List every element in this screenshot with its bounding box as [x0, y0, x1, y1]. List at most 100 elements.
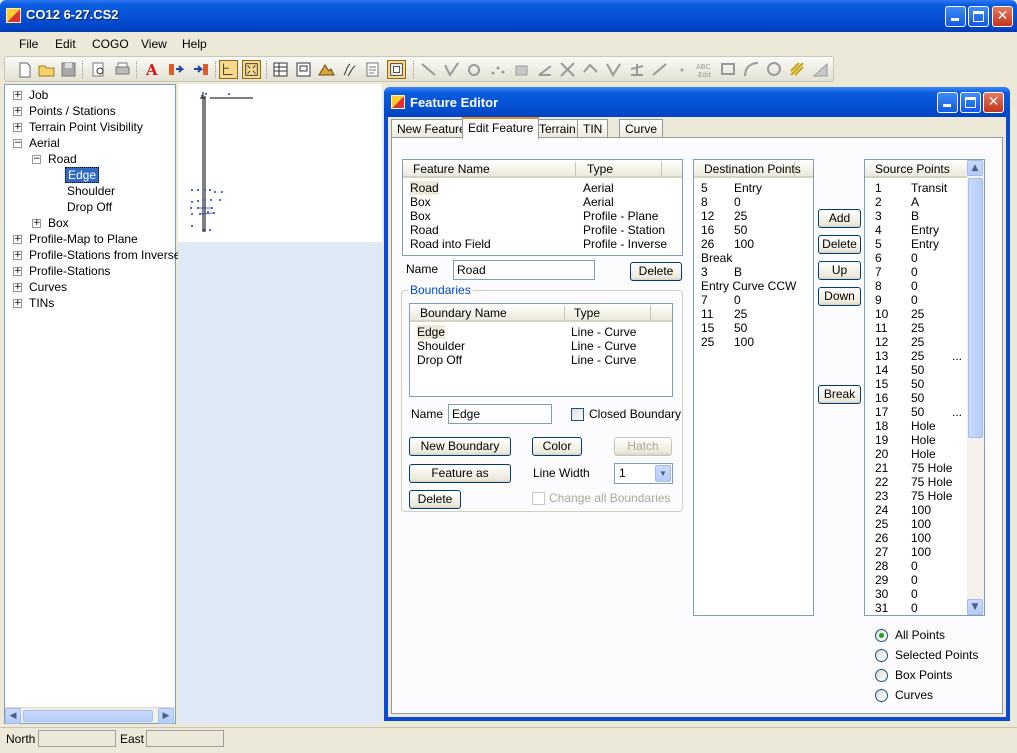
source-points-list[interactable]: Source Points 31 0 30 0 29 0 28 0 27 100 26 100 25 10…	[864, 159, 985, 616]
source-point-row[interactable]: 60	[865, 251, 965, 265]
color-button[interactable]: Color	[532, 437, 582, 456]
features-list[interactable]: Feature Name Type Road Aerial Box Aerial B…	[402, 159, 683, 256]
feature-name-input[interactable]: Road	[453, 260, 595, 280]
hatch-icon[interactable]	[788, 60, 807, 79]
tree-node-profile-stations-inverse[interactable]: Profile-Stations from Inverse	[29, 248, 180, 262]
export-icon[interactable]	[191, 60, 210, 79]
source-point-row[interactable]: 14 50	[865, 363, 965, 377]
terrain-icon[interactable]	[317, 60, 336, 79]
tree-node-box[interactable]: Box	[48, 216, 69, 230]
expand-box-icon[interactable]: +	[32, 219, 41, 228]
source-point-row[interactable]: 15 50	[865, 377, 965, 391]
boundaries-list[interactable]: Boundary Name Type Edge Line - Curve Shou…	[409, 303, 673, 397]
tree-node-curves[interactable]: Curves	[29, 280, 67, 294]
print-icon[interactable]	[113, 60, 132, 79]
source-point-row[interactable]: 12 25	[865, 335, 965, 349]
polyline-icon[interactable]	[442, 60, 461, 79]
add-point-button[interactable]: Add	[818, 209, 861, 228]
angle-icon[interactable]	[535, 60, 554, 79]
fe-minimize-button[interactable]	[937, 92, 958, 113]
column-destination-points[interactable]: Destination Points	[704, 162, 801, 176]
delete-point-button[interactable]: Delete	[818, 235, 861, 254]
zoom-extents-icon[interactable]	[242, 60, 261, 79]
dot-icon[interactable]	[673, 60, 692, 79]
move-up-button[interactable]: Up	[818, 261, 861, 280]
scroll-up-icon[interactable]: ▲	[967, 160, 983, 176]
source-point-row[interactable]: 26 100	[865, 531, 965, 545]
source-points-scrollbar[interactable]: ▲ ▼	[967, 160, 984, 615]
source-point-row[interactable]: 4 Entry	[865, 223, 965, 237]
fe-close-button[interactable]: ✕	[983, 92, 1004, 113]
drawing-area[interactable]	[178, 84, 382, 724]
menu-view[interactable]: View	[141, 37, 167, 51]
grid-icon[interactable]	[512, 60, 531, 79]
source-point-row[interactable]: 31 0	[865, 601, 965, 615]
expand-points-icon[interactable]: +	[13, 107, 22, 116]
window-icon[interactable]	[294, 60, 313, 79]
intersect-icon[interactable]	[558, 60, 577, 79]
new-boundary-button[interactable]: New Boundary	[409, 437, 511, 456]
source-point-row[interactable]: 27 100	[865, 545, 965, 559]
tree-node-edge[interactable]: Edge	[65, 167, 100, 183]
tab-tin[interactable]: TIN	[577, 119, 609, 138]
source-point-row[interactable]: 1 Transit	[865, 181, 965, 195]
expand-curves-icon[interactable]: +	[13, 283, 22, 292]
source-point-row[interactable]: 29 0	[865, 573, 965, 587]
change-all-boundaries-checkbox[interactable]	[532, 492, 545, 505]
source-point-row[interactable]: 16 50	[865, 391, 965, 405]
feature-editor-icon[interactable]	[387, 60, 406, 79]
source-point-row[interactable]: 13 25...	[865, 349, 965, 363]
expand-profile-inverse-icon[interactable]: +	[13, 251, 22, 260]
minimize-button[interactable]	[945, 6, 966, 27]
text-edit-icon[interactable]: ABCEdit	[695, 60, 714, 79]
break-button[interactable]: Break	[818, 385, 861, 404]
maximize-button[interactable]	[968, 6, 989, 27]
source-point-row[interactable]: 21 75 Hole	[865, 461, 965, 475]
closed-boundary-checkbox[interactable]	[571, 408, 584, 421]
source-point-row[interactable]: 22 75 Hole	[865, 475, 965, 489]
column-boundary-name[interactable]: Boundary Name	[420, 306, 507, 320]
menu-file[interactable]: File	[19, 37, 38, 51]
open-folder-icon[interactable]	[37, 60, 56, 79]
source-point-row[interactable]: 30 0	[865, 587, 965, 601]
source-point-row[interactable]: 20 Hole	[865, 447, 965, 461]
tree-node-job[interactable]: Job	[29, 88, 48, 102]
save-icon[interactable]	[59, 60, 78, 79]
expand-terrain-icon[interactable]: +	[13, 123, 22, 132]
source-point-row[interactable]: 17 50...	[865, 405, 965, 419]
expand-profile-stations-icon[interactable]: +	[13, 267, 22, 276]
points-icon[interactable]	[488, 60, 507, 79]
label-icon[interactable]	[719, 60, 738, 79]
menu-cogo[interactable]: COGO	[92, 37, 129, 51]
tab-curve[interactable]: Curve	[619, 119, 664, 138]
menu-help[interactable]: Help	[182, 37, 207, 51]
tree-node-profile-stations[interactable]: Profile-Stations	[29, 264, 110, 278]
tree-node-tins[interactable]: TINs	[29, 296, 54, 310]
source-point-row[interactable]: 90	[865, 293, 965, 307]
text-style-icon[interactable]: A	[143, 60, 162, 79]
boundary-name-input[interactable]: Edge	[448, 404, 552, 424]
selected-points-radio[interactable]	[875, 649, 888, 662]
delete-feature-button[interactable]: Delete	[630, 262, 682, 281]
vertex-icon[interactable]	[604, 60, 623, 79]
tree-node-profile-map-plane[interactable]: Profile-Map to Plane	[29, 232, 138, 246]
delete-boundary-button[interactable]: Delete	[409, 490, 461, 509]
new-file-icon[interactable]	[15, 60, 34, 79]
source-point-row[interactable]: 23 75 Hole	[865, 489, 965, 503]
tree-node-shoulder[interactable]: Shoulder	[67, 184, 115, 198]
feature-as-button[interactable]: Feature as	[409, 464, 511, 483]
all-points-radio[interactable]	[875, 629, 888, 642]
scroll-right-icon[interactable]: ▶	[158, 708, 174, 724]
source-point-row[interactable]: 70	[865, 265, 965, 279]
tree-view-icon[interactable]	[219, 60, 238, 79]
destination-points-list[interactable]: Destination Points 5 Entry 8 0 12 25 16 50 26 100…	[693, 159, 814, 616]
circle-icon[interactable]	[765, 60, 784, 79]
tree-horizontal-scrollbar[interactable]: ◀ ▶	[5, 707, 175, 724]
tree-node-aerial[interactable]: Aerial	[29, 136, 60, 150]
tree-node-drop-off[interactable]: Drop Off	[67, 200, 112, 214]
tab-terrain[interactable]: Terrain	[533, 119, 582, 138]
close-button[interactable]: ✕	[992, 6, 1013, 27]
tree-node-terrain-visibility[interactable]: Terrain Point Visibility	[29, 120, 143, 134]
chevron-down-icon[interactable]: ▼	[655, 465, 671, 482]
source-point-row[interactable]: 18 Hole	[865, 419, 965, 433]
